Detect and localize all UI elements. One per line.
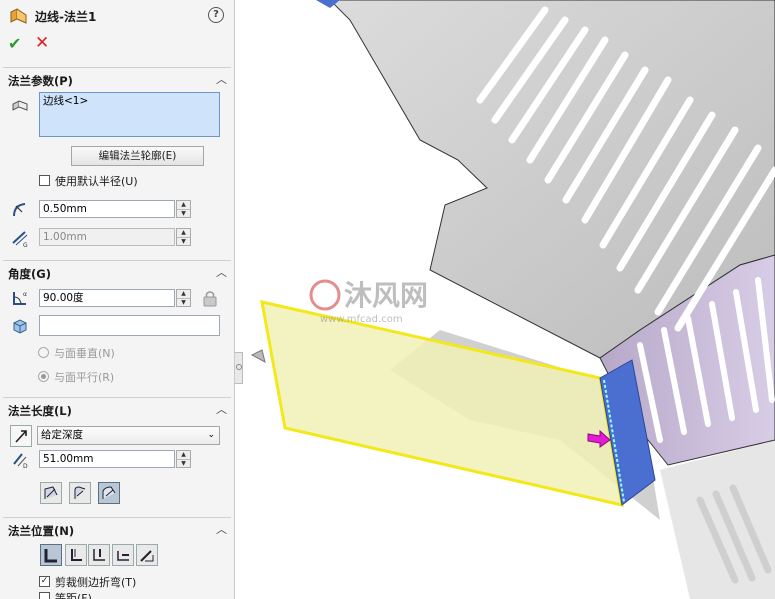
bend-radius-spinner[interactable]: ▲ ▼ xyxy=(176,200,191,218)
outer-virtual-sharp-icon xyxy=(44,486,58,499)
material-outside-button[interactable] xyxy=(65,544,87,566)
watermark-text: 沐风网 xyxy=(344,279,428,312)
edge-list-item[interactable]: 边线<1> xyxy=(43,95,88,107)
feature-header: 边线-法兰1 ? xyxy=(0,0,234,30)
section-angle[interactable]: 角度(G) ︿ xyxy=(3,260,231,283)
tangent-bend-button[interactable] xyxy=(98,482,120,504)
bend-outside-button[interactable] xyxy=(88,544,110,566)
perpendicular-to-face-label: 与面垂直(N) xyxy=(54,347,115,360)
question-icon[interactable]: ? xyxy=(208,7,224,23)
section-label: 角度(G) xyxy=(8,267,51,281)
inner-virtual-sharp-icon xyxy=(74,486,86,499)
material-inside-button[interactable] xyxy=(40,544,62,566)
perpendicular-to-face-radio[interactable] xyxy=(38,347,49,358)
end-condition-value: 给定深度 xyxy=(41,429,83,441)
gap-distance-input[interactable]: 1.00mm xyxy=(39,228,175,246)
reverse-direction-button[interactable] xyxy=(10,425,32,447)
end-condition-dropdown[interactable]: 给定深度 ⌄ xyxy=(37,426,220,445)
section-label: 法兰位置(N) xyxy=(8,524,75,538)
collapse-icon[interactable]: ︿ xyxy=(216,71,227,87)
gap-distance-icon: G xyxy=(12,231,28,248)
lock-icon[interactable] xyxy=(201,289,219,307)
face-selection-box[interactable] xyxy=(39,315,220,336)
parallel-to-face-label: 与面平行(R) xyxy=(54,371,115,384)
section-label: 法兰长度(L) xyxy=(8,404,72,418)
bend-radius-input[interactable]: 0.50mm xyxy=(39,200,175,218)
tangent-to-bend-button[interactable] xyxy=(136,544,158,566)
collapse-icon[interactable]: ︿ xyxy=(216,264,227,280)
cancel-button[interactable]: ✕ xyxy=(35,33,49,53)
virtual-sharp-position-icon xyxy=(117,551,129,561)
outer-virtual-sharp-button[interactable] xyxy=(40,482,62,504)
section-flange-length[interactable]: 法兰长度(L) ︿ xyxy=(3,397,231,420)
svg-text:G: G xyxy=(23,242,28,248)
property-manager: 边线-法兰1 ? ✔ ✕ 法兰参数(P) ︿ 边线<1> 编辑法兰轮廓(E) 使… xyxy=(0,0,235,599)
parallel-to-face-radio[interactable] xyxy=(38,371,49,382)
edit-flange-profile-button[interactable]: 编辑法兰轮廓(E) xyxy=(71,146,204,166)
flange-length-icon: D xyxy=(13,453,28,469)
trim-side-bends-label: 剪裁侧边折弯(T) xyxy=(55,576,137,589)
trim-side-bends-checkbox[interactable]: ✓ xyxy=(39,576,50,587)
flange-length-spinner[interactable]: ▲ ▼ xyxy=(176,450,191,468)
svg-text:α: α xyxy=(23,291,27,298)
inner-virtual-sharp-button[interactable] xyxy=(69,482,91,504)
tangent-to-bend-icon xyxy=(140,550,154,562)
ok-button[interactable]: ✔ xyxy=(8,34,21,53)
virtual-sharp-position-button[interactable] xyxy=(112,544,134,566)
section-flange-position[interactable]: 法兰位置(N) ︿ xyxy=(3,517,231,540)
tangent-bend-icon xyxy=(102,486,116,499)
flange-length-input[interactable]: 51.00mm xyxy=(39,450,175,468)
reverse-direction-icon xyxy=(15,430,27,443)
section-label: 法兰参数(P) xyxy=(8,74,73,88)
gap-distance-spinner[interactable]: ▲ ▼ xyxy=(176,228,191,246)
panel-splitter-handle[interactable] xyxy=(235,352,243,384)
flange-angle-input[interactable]: 90.00度 xyxy=(39,289,175,307)
offset-label: 等距(F) xyxy=(55,592,92,599)
material-inside-icon xyxy=(44,549,57,563)
offset-checkbox[interactable] xyxy=(39,592,50,599)
flange-angle-spinner[interactable]: ▲ ▼ xyxy=(176,289,191,307)
watermark-url: www.mfcad.com xyxy=(320,314,403,325)
svg-text:D: D xyxy=(23,463,28,469)
collapse-icon[interactable]: ︿ xyxy=(216,401,227,417)
feature-title: 边线-法兰1 xyxy=(35,10,97,24)
collapse-icon[interactable]: ︿ xyxy=(216,521,227,537)
section-flange-params[interactable]: 法兰参数(P) ︿ xyxy=(3,67,231,90)
chevron-down-icon: ⌄ xyxy=(207,430,215,440)
edge-select-icon xyxy=(12,100,28,111)
use-default-radius-label: 使用默认半径(U) xyxy=(55,175,138,188)
bend-outside-icon xyxy=(93,549,105,561)
use-default-radius-checkbox[interactable] xyxy=(39,175,50,186)
edge-list-box[interactable]: 边线<1> xyxy=(39,92,220,137)
face-select-icon xyxy=(13,319,27,334)
bend-radius-icon xyxy=(13,203,26,217)
sheetmetal-flange-icon xyxy=(10,8,27,24)
material-outside-icon xyxy=(71,549,82,561)
graphics-viewport[interactable]: 沐风网 www.mfcad.com xyxy=(244,0,775,599)
flange-angle-icon: α xyxy=(13,291,27,305)
